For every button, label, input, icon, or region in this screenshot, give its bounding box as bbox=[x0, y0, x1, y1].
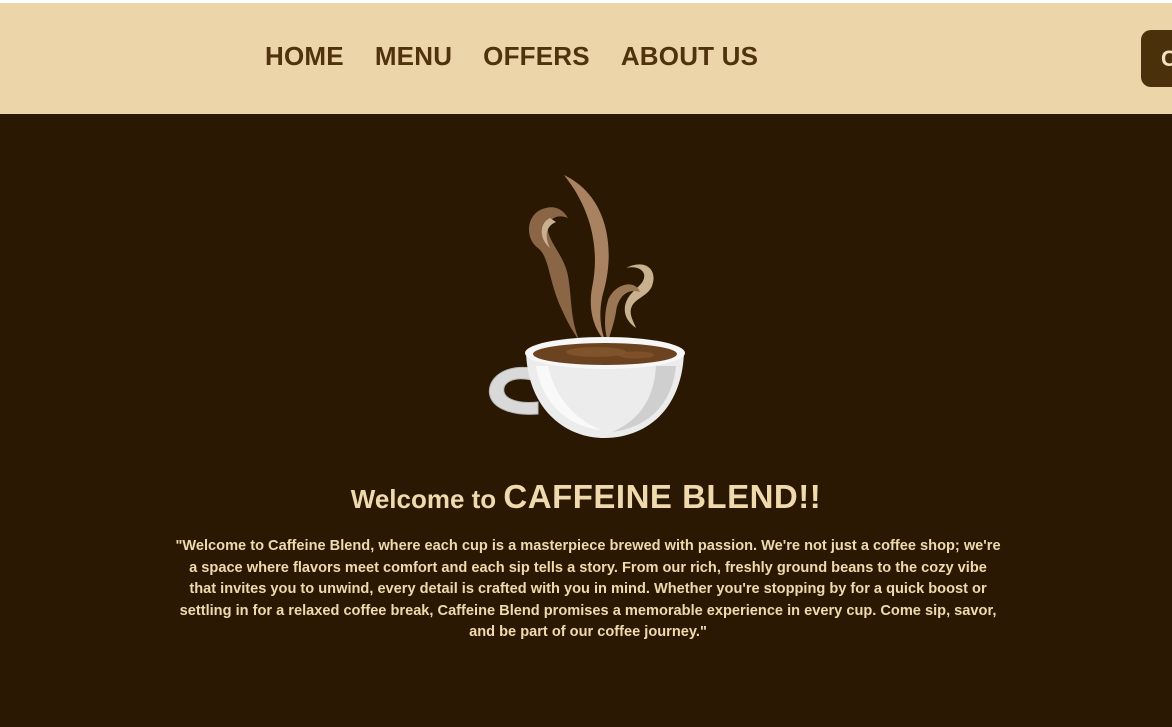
nav-cta-button[interactable]: C bbox=[1141, 30, 1172, 87]
nav-menu-link[interactable]: MENU bbox=[375, 41, 452, 72]
brand-name: CAFFEINE BLEND!! bbox=[503, 478, 822, 515]
nav-offers-link[interactable]: OFFERS bbox=[483, 41, 590, 72]
nav-about-us-link[interactable]: ABOUT US bbox=[621, 41, 758, 72]
nav-home-link[interactable]: HOME bbox=[265, 41, 344, 72]
welcome-prefix: Welcome to bbox=[350, 484, 504, 514]
navbar: HOME MENU OFFERS ABOUT US C bbox=[0, 3, 1172, 114]
nav-links: HOME MENU OFFERS ABOUT US bbox=[265, 1, 758, 112]
coffee-cup-steam-icon bbox=[488, 175, 685, 438]
intro-paragraph: "Welcome to Caffeine Blend, where each c… bbox=[175, 538, 1001, 641]
welcome-heading: Welcome to CAFFEINE BLEND!! bbox=[0, 478, 1172, 516]
